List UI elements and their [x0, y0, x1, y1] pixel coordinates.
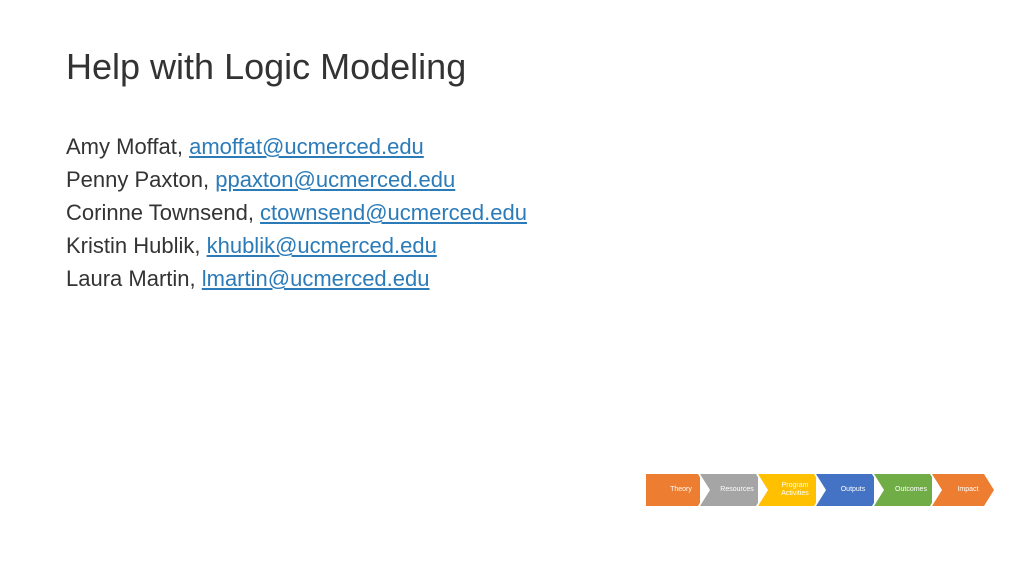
contact-name: Corinne Townsend,	[66, 200, 260, 225]
arrow-label: Impact	[957, 486, 978, 494]
arrow-theory: Theory	[646, 474, 708, 506]
arrow-outputs: Outputs	[816, 474, 882, 506]
contact-item: Penny Paxton, ppaxton@ucmerced.edu	[66, 163, 527, 196]
contact-item: Laura Martin, lmartin@ucmerced.edu	[66, 262, 527, 295]
arrow-outcomes: Outcomes	[874, 474, 940, 506]
slide-title: Help with Logic Modeling	[66, 46, 466, 88]
contact-email-link[interactable]: ctownsend@ucmerced.edu	[260, 200, 527, 225]
arrow-label: Outputs	[841, 486, 866, 494]
contact-name: Penny Paxton,	[66, 167, 215, 192]
contact-item: Kristin Hublik, khublik@ucmerced.edu	[66, 229, 527, 262]
arrow-resources: Resources	[700, 474, 766, 506]
contact-email-link[interactable]: ppaxton@ucmerced.edu	[215, 167, 455, 192]
contact-name: Amy Moffat,	[66, 134, 189, 159]
arrow-label: Program Activities	[781, 482, 809, 497]
contact-email-link[interactable]: khublik@ucmerced.edu	[207, 233, 437, 258]
arrow-label: Resources	[720, 486, 753, 494]
contact-email-link[interactable]: amoffat@ucmerced.edu	[189, 134, 424, 159]
process-arrows: Theory Resources Program Activities Outp…	[646, 474, 994, 506]
arrow-impact: Impact	[932, 474, 994, 506]
arrow-label: Outcomes	[895, 486, 927, 494]
slide: Help with Logic Modeling Amy Moffat, amo…	[0, 0, 1024, 576]
contact-name: Laura Martin,	[66, 266, 202, 291]
contact-item: Corinne Townsend, ctownsend@ucmerced.edu	[66, 196, 527, 229]
arrow-label: Theory	[670, 486, 692, 494]
contact-email-link[interactable]: lmartin@ucmerced.edu	[202, 266, 430, 291]
contact-item: Amy Moffat, amoffat@ucmerced.edu	[66, 130, 527, 163]
arrow-program-activities: Program Activities	[758, 474, 824, 506]
contact-name: Kristin Hublik,	[66, 233, 207, 258]
contact-list: Amy Moffat, amoffat@ucmerced.edu Penny P…	[66, 130, 527, 295]
